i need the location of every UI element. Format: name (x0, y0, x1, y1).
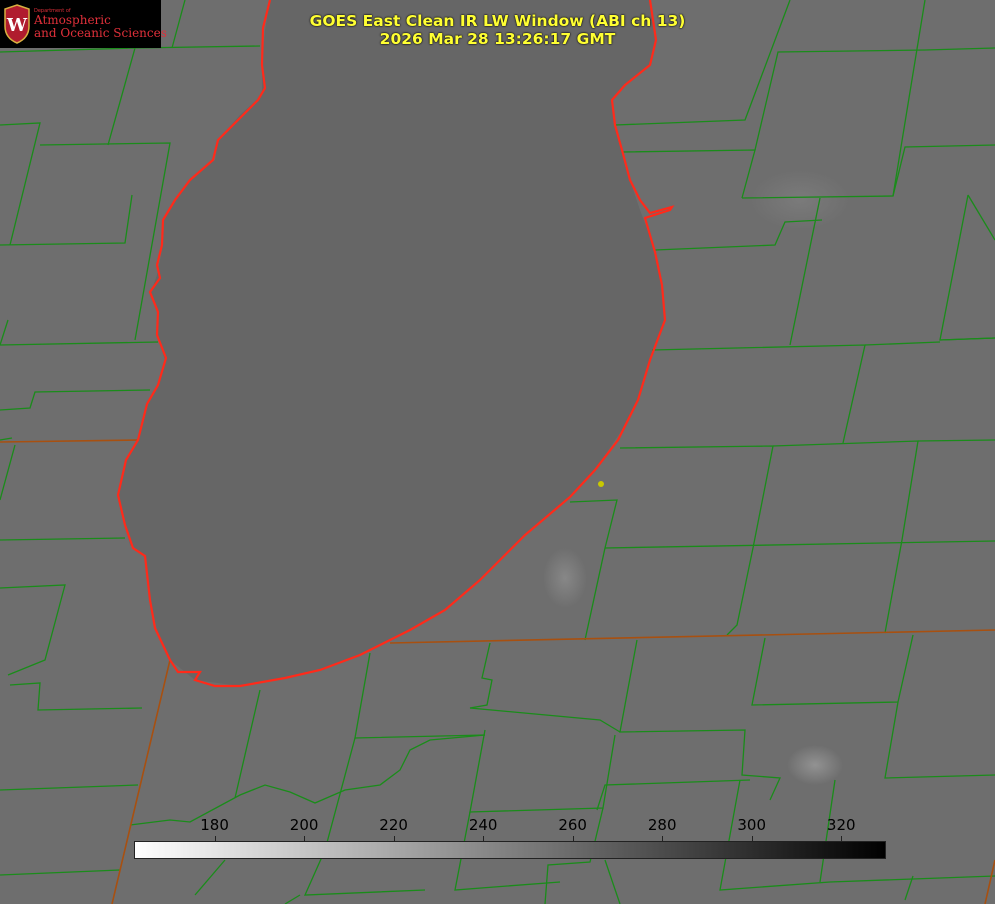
station-marker (598, 481, 604, 487)
image-title: GOES East Clean IR LW Window (ABI ch 13)… (250, 12, 745, 48)
colorbar-tick-label: 320 (826, 816, 856, 834)
colorbar-tick-label: 300 (737, 816, 767, 834)
colorbar-tick-label: 260 (558, 816, 587, 834)
colorbar-tick-label: 240 (468, 816, 498, 834)
title-product: GOES East Clean IR LW Window (ABI ch 13) (309, 12, 686, 30)
colorbar-tick-label: 220 (379, 816, 408, 834)
colorbar-tick-label: 280 (647, 816, 677, 834)
uw-aos-logo: W Department of Atmospheric and Oceanic … (0, 0, 167, 48)
uw-crest-icon: W (4, 4, 30, 44)
seal-letter: W (6, 15, 28, 36)
cloud-patch (543, 548, 587, 608)
title-timestamp: 2026 Mar 28 13:26:17 GMT (379, 30, 616, 48)
colorbar-tick-label: 180 (200, 816, 229, 834)
cloud-patch (787, 745, 843, 785)
satellite-map (0, 0, 995, 904)
temperature-colorbar (134, 841, 886, 859)
colorbar-tick-label: 200 (289, 816, 319, 834)
logo-line-2: and Oceanic Sciences (34, 26, 167, 40)
